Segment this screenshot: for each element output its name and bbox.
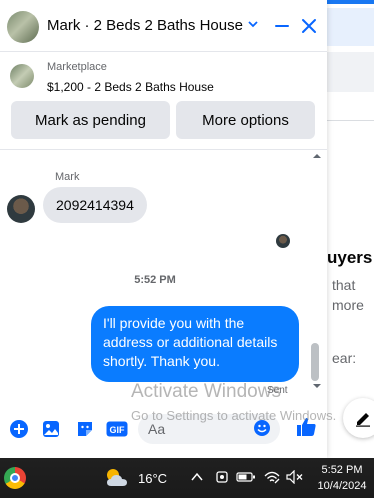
sender-avatar[interactable]	[7, 195, 35, 223]
minimize-icon	[275, 25, 289, 27]
sticker-icon	[78, 422, 92, 436]
weather-icon[interactable]	[103, 466, 131, 490]
sender-name: Mark	[55, 171, 80, 183]
system-clock[interactable]: 5:52 PM 10/4/2024	[312, 462, 372, 494]
background-topbar	[327, 0, 374, 4]
chrome-app-icon[interactable]	[4, 467, 26, 489]
conversation-title[interactable]: Mark · 2 Beds 2 Baths House	[47, 17, 243, 34]
background-strip	[327, 52, 374, 92]
weather-temperature[interactable]: 16°C	[138, 471, 167, 486]
show-hidden-icons-chevron-icon[interactable]	[190, 471, 204, 483]
background-text-2: more	[332, 297, 364, 313]
outgoing-message[interactable]: I'll provide you with the address or add…	[91, 306, 299, 382]
chat-window: Mark · 2 Beds 2 Baths House Marketplace …	[0, 0, 327, 458]
background-text-1: that	[332, 277, 356, 293]
plus-circle-icon	[10, 420, 28, 438]
background-heading: uyers	[327, 248, 373, 267]
message-composer: GIF	[0, 410, 327, 450]
scroll-down-arrow[interactable]	[312, 382, 322, 390]
compose-icon	[356, 413, 370, 427]
gif-button[interactable]: GIF	[106, 418, 128, 440]
emoji-icon[interactable]	[253, 419, 271, 437]
like-button[interactable]	[295, 416, 317, 438]
background-highlight	[327, 8, 374, 46]
marketplace-listing: Marketplace $1,200 - 2 Beds 2 Baths Hous…	[0, 52, 327, 150]
photo-icon	[43, 421, 59, 437]
message-status: Sent	[267, 385, 288, 396]
meet-now-icon[interactable]	[215, 469, 229, 485]
minimize-button[interactable]	[270, 14, 294, 38]
taskbar: 16°C 5:52 PM 10/4/2024	[0, 458, 374, 498]
gif-icon: GIF	[106, 421, 128, 437]
attach-photo-button[interactable]	[40, 418, 62, 440]
seen-indicator-avatar	[276, 234, 290, 248]
close-icon	[302, 19, 316, 33]
listing-source-label: Marketplace	[47, 61, 107, 73]
close-button[interactable]	[297, 14, 321, 38]
incoming-message[interactable]: 2092414394	[43, 187, 147, 223]
sticker-button[interactable]	[74, 418, 96, 440]
more-actions-button[interactable]	[8, 418, 30, 440]
thumbs-up-icon	[297, 418, 316, 436]
chat-header[interactable]: Mark · 2 Beds 2 Baths House	[0, 0, 327, 52]
clock-date: 10/4/2024	[317, 480, 367, 492]
clock-time: 5:52 PM	[321, 464, 363, 476]
svg-text:GIF: GIF	[110, 425, 126, 435]
listing-thumbnail[interactable]	[10, 64, 34, 88]
mark-as-pending-button[interactable]: Mark as pending	[11, 101, 170, 139]
battery-icon[interactable]	[236, 470, 256, 484]
more-options-button[interactable]: More options	[176, 101, 315, 139]
message-timestamp: 5:52 PM	[134, 274, 176, 286]
scrollbar-thumb[interactable]	[311, 343, 319, 381]
background-text-3: ear:	[332, 350, 357, 366]
background-divider	[327, 120, 374, 121]
scroll-up-arrow[interactable]	[312, 152, 322, 160]
volume-muted-icon[interactable]	[286, 470, 304, 484]
listing-title[interactable]: $1,200 - 2 Beds 2 Baths House	[47, 80, 214, 94]
conversation-avatar[interactable]	[7, 11, 39, 43]
chevron-down-icon[interactable]	[247, 18, 259, 30]
wifi-icon[interactable]	[264, 470, 280, 484]
